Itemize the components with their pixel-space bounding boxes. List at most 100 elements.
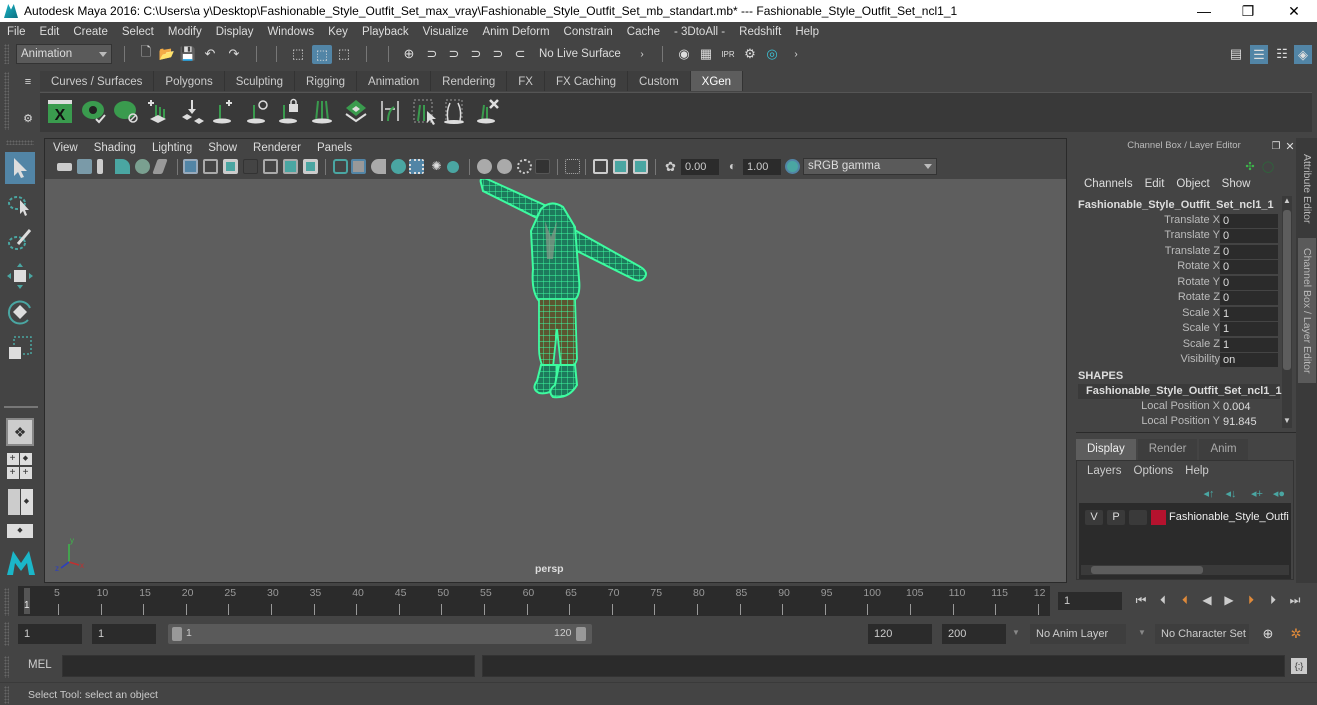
play-backwards-icon[interactable]: ◀ [1200, 593, 1214, 607]
layer-row[interactable]: V P Fashionable_Style_Outfit_Set [1079, 503, 1291, 531]
menu-display[interactable]: Display [209, 26, 261, 38]
shelf-tab-rendering[interactable]: Rendering [431, 71, 508, 91]
channel-value[interactable]: on [1220, 353, 1278, 367]
lock-guide-icon[interactable] [276, 97, 304, 125]
maximize-button[interactable]: ❐ [1225, 0, 1271, 22]
shape-channel-row[interactable]: Local Position Y 91.845 [1072, 415, 1282, 430]
channel-row[interactable]: Translate X0 [1072, 214, 1282, 229]
menu-windows[interactable]: Windows [260, 26, 321, 38]
shelf-tab-animation[interactable]: Animation [357, 71, 432, 91]
channel-value[interactable]: 1 [1220, 338, 1278, 352]
script-editor-icon[interactable]: {;} [1291, 658, 1307, 674]
shelf-tab-curves-surfaces[interactable]: Curves / Surfaces [40, 71, 155, 91]
le-menu-options[interactable]: Options [1128, 465, 1180, 477]
manipulator-axes-icon[interactable]: ✣ [1242, 158, 1258, 174]
channel-row[interactable]: Scale X1 [1072, 307, 1282, 322]
step-forward-key-icon[interactable]: ⏵ [1244, 593, 1258, 607]
grease-pencil-icon[interactable] [152, 159, 168, 174]
safe-title-icon[interactable] [303, 159, 318, 174]
depth-of-field-icon[interactable] [535, 159, 550, 174]
shelf-tab-polygons[interactable]: Polygons [154, 71, 225, 91]
side-tab-channel-box[interactable]: Channel Box / Layer Editor [1298, 238, 1316, 383]
channel-value[interactable]: 0 [1220, 260, 1278, 274]
redo-icon[interactable]: ↷ [226, 46, 242, 62]
expand-arrow-icon-2[interactable]: › [788, 46, 804, 62]
menu-modify[interactable]: Modify [161, 26, 209, 38]
add-primitive-icon[interactable] [210, 97, 238, 125]
snap-curve-icon[interactable]: ⊃ [424, 46, 440, 62]
commandline-grip[interactable] [4, 656, 9, 678]
snap-grid-icon[interactable]: ⊕ [401, 46, 417, 62]
ipr-render-icon[interactable]: IPR [720, 46, 736, 62]
menu-anim-deform[interactable]: Anim Deform [475, 26, 556, 38]
layer-tab-render[interactable]: Render [1137, 439, 1198, 460]
backface-cull-icon[interactable] [633, 159, 648, 174]
cb-menu-channels[interactable]: Channels [1078, 178, 1139, 190]
minimize-button[interactable]: — [1181, 0, 1227, 22]
playback-start-field[interactable]: 1 [92, 624, 156, 644]
time-slider[interactable]: 1 5 10 15 20 25 30 35 40 45 50 55 60 65 70 75 80 85 90 95 1… [18, 586, 1050, 616]
shelf-tab-fx-caching[interactable]: FX Caching [544, 71, 629, 91]
bend-guide-icon[interactable] [376, 97, 404, 125]
channel-value[interactable]: 91.845 [1220, 415, 1278, 429]
anim-layer-dropdown[interactable]: No Anim Layer [1030, 624, 1126, 644]
camera-icon[interactable] [57, 163, 72, 171]
resolution-gate-icon[interactable] [223, 159, 238, 174]
helpline-grip[interactable] [4, 686, 9, 704]
delete-guide-icon[interactable] [474, 97, 502, 125]
save-scene-icon[interactable]: 💾 [180, 46, 196, 62]
menu-select[interactable]: Select [115, 26, 161, 38]
snap-point-icon[interactable]: ⊃ [446, 46, 462, 62]
channel-row[interactable]: Scale Y1 [1072, 322, 1282, 337]
maya-home-button[interactable] [4, 546, 38, 578]
render-settings-icon[interactable]: ⚙ [742, 46, 758, 62]
channel-row[interactable]: Rotate Y0 [1072, 276, 1282, 291]
single-pane-layout-button[interactable]: ❖ [6, 418, 34, 446]
layer-list-hscrollbar[interactable] [1081, 565, 1289, 575]
select-component-icon[interactable]: ⬚ [336, 46, 352, 62]
film-gate-icon[interactable] [203, 159, 218, 174]
channel-value[interactable]: 1 [1220, 322, 1278, 336]
vp-menu-panels[interactable]: Panels [309, 142, 360, 154]
new-layer-icon[interactable]: ◂+ [1249, 485, 1265, 501]
command-language-toggle[interactable]: MEL [28, 659, 52, 671]
menu-constrain[interactable]: Constrain [557, 26, 620, 38]
layer-visibility-toggle[interactable]: V [1085, 510, 1103, 525]
layer-playback-toggle[interactable]: P [1107, 510, 1125, 525]
tool-settings-toggle-icon[interactable]: ☷ [1274, 46, 1290, 62]
menu-visualize[interactable]: Visualize [416, 26, 476, 38]
wireframe-icon[interactable] [333, 159, 348, 174]
current-frame-field[interactable]: 1 [1058, 592, 1122, 610]
channel-value[interactable]: 0 [1220, 229, 1278, 243]
xgen-window-icon[interactable]: X [46, 97, 74, 125]
shelf-tab-fx[interactable]: FX [507, 71, 545, 91]
speed-icon[interactable]: ◯ [1260, 158, 1276, 174]
render-view-icon[interactable]: ◉ [676, 46, 692, 62]
shelf-tab-rigging[interactable]: Rigging [295, 71, 358, 91]
layer-color-swatch[interactable] [1151, 510, 1166, 525]
guide-length-icon[interactable] [308, 97, 336, 125]
motion-blur-icon[interactable] [497, 159, 512, 174]
modeling-toolkit-icon[interactable]: ▤ [1228, 46, 1244, 62]
live-surface-field[interactable]: No Live Surface [534, 44, 630, 64]
animation-end-field[interactable]: 200 [942, 624, 1006, 644]
snap-view-plane-icon[interactable]: ⊃ [468, 46, 484, 62]
lasso-tool[interactable] [6, 190, 34, 218]
attribute-editor-toggle-icon[interactable]: ☰ [1250, 45, 1268, 64]
menu-create[interactable]: Create [66, 26, 115, 38]
menu-edit[interactable]: Edit [33, 26, 67, 38]
xray-joints-icon[interactable] [593, 159, 608, 174]
scroll-up-icon[interactable]: ▲ [1283, 196, 1291, 205]
shelf-grip[interactable] [4, 72, 9, 130]
safe-action-icon[interactable] [283, 159, 298, 174]
channel-value[interactable]: 0 [1220, 245, 1278, 259]
le-menu-help[interactable]: Help [1179, 465, 1215, 477]
move-layer-down-icon[interactable]: ◂↓ [1223, 485, 1239, 501]
side-tab-attribute-editor[interactable]: Attribute Editor [1298, 144, 1316, 234]
playback-end-field[interactable]: 120 [868, 624, 932, 644]
menu-playback[interactable]: Playback [355, 26, 416, 38]
go-to-start-icon[interactable]: ⏮ [1134, 593, 1148, 607]
scrollbar-thumb[interactable] [1283, 210, 1291, 370]
perspective-viewport[interactable]: y x z persp [45, 179, 1066, 582]
sculpt-guide-icon[interactable] [440, 97, 468, 125]
